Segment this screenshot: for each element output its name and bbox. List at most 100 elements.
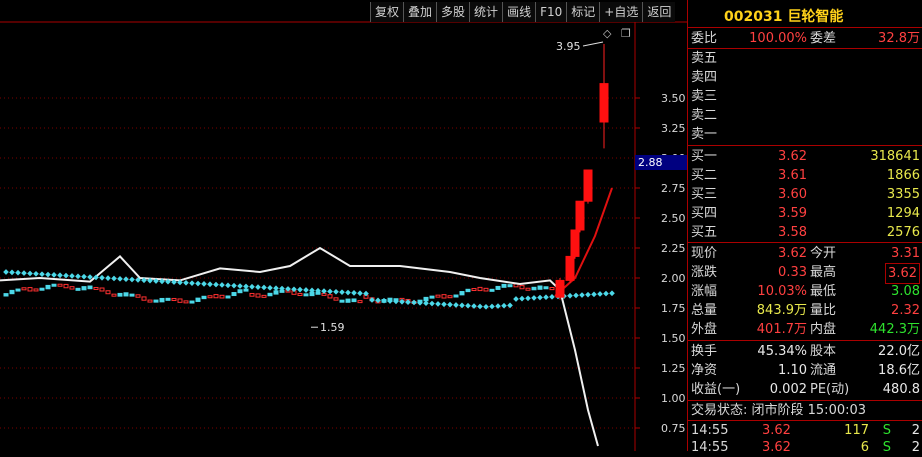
tick-time: 14:55: [691, 440, 729, 455]
history-candle: [423, 296, 429, 302]
ma-cyan-dot: [207, 281, 213, 288]
axis-tick-label: 2.75: [661, 182, 686, 195]
tick-price: 3.62: [762, 440, 791, 455]
ma-cyan-dot: [129, 276, 135, 283]
low-price-annotation: 1.59: [320, 321, 345, 334]
multi-stock-button[interactable]: 多股: [436, 2, 470, 22]
candle-body[interactable]: [565, 255, 575, 281]
ma-cyan-dot: [225, 282, 231, 289]
ma-cyan-dot: [255, 284, 261, 290]
candle-body[interactable]: [570, 229, 580, 257]
ma-cyan-dot: [237, 283, 243, 289]
ma-cyan-dot: [267, 285, 273, 291]
candle-body[interactable]: [599, 83, 609, 123]
fuquan-button[interactable]: 复权: [370, 2, 404, 22]
kline-chart[interactable]: 3.503.253.002.752.502.252.001.751.501.25…: [0, 0, 687, 451]
quote-label: 最低: [810, 284, 837, 299]
history-candle: [99, 287, 105, 292]
ma-cyan-dot: [573, 292, 579, 299]
history-candle: [297, 292, 303, 296]
ma-cyan-dot: [591, 291, 597, 298]
fund-row: 收益(一) 0.002 PE(动) 480.8: [688, 380, 922, 399]
buy-volume: 2576: [886, 225, 920, 240]
ma-cyan-dot: [33, 270, 39, 277]
quote-row: 总量 843.9万 量比 2.32: [688, 301, 922, 320]
ma-cyan-dot: [609, 290, 615, 297]
axis-tick-label: 2.50: [661, 212, 686, 225]
ma-cyan-dot: [99, 274, 105, 281]
fund-label: 换手: [691, 344, 718, 359]
quote-label: 量比: [810, 303, 837, 318]
quote-value: 3.62: [778, 246, 807, 261]
buy-row[interactable]: 买五 3.58 2576: [688, 223, 922, 242]
sell-level-label: 卖一: [691, 127, 718, 142]
fund-value: 480.8: [882, 382, 920, 397]
trade-status: 交易状态: 闭市阶段 15:00:03: [691, 403, 867, 418]
diamond-icon[interactable]: ◇: [603, 27, 612, 40]
overlay-button[interactable]: 叠加: [403, 2, 437, 22]
history-candle: [519, 285, 525, 290]
ma-cyan-dot: [273, 285, 279, 292]
history-candle: [537, 285, 543, 290]
fund-label: 净资: [691, 363, 718, 378]
buy-row[interactable]: 买四 3.59 1294: [688, 204, 922, 223]
candle-body[interactable]: [575, 200, 585, 231]
buy-price: 3.61: [778, 168, 807, 183]
trade-status-row: 交易状态: 闭市阶段 15:00:03: [688, 401, 922, 420]
ma-cyan-dot: [519, 295, 525, 302]
history-candle: [81, 286, 87, 291]
history-candle: [543, 286, 549, 290]
buy-row[interactable]: 买二 3.61 1866: [688, 166, 922, 185]
buy-row[interactable]: 买一 3.62 318641: [688, 147, 922, 166]
axis-tick-label: 3.25: [661, 122, 686, 135]
restore-icon[interactable]: ❐: [621, 27, 631, 40]
quote-value: 0.33: [778, 265, 807, 280]
ma-cyan-dot: [351, 290, 357, 296]
weibi-row: 委比 100.00% 委差 32.8万: [688, 29, 922, 48]
history-candle: [549, 287, 555, 291]
sell-row: 卖五: [688, 49, 922, 68]
history-candle: [429, 295, 435, 299]
history-candle: [471, 288, 477, 292]
history-candle: [273, 290, 279, 295]
kline-chart-area[interactable]: 3.503.253.002.752.502.252.001.751.501.25…: [0, 0, 687, 451]
history-candle: [171, 297, 177, 301]
statistics-button[interactable]: 统计: [469, 2, 503, 22]
history-candle: [201, 295, 207, 300]
buy-row[interactable]: 买三 3.60 3355: [688, 185, 922, 204]
back-button[interactable]: 返回: [642, 2, 676, 22]
ma-cyan-dot: [333, 288, 339, 295]
ma-cyan-dot: [447, 301, 453, 308]
buy-price: 3.59: [778, 206, 807, 221]
ma-cyan-dot: [477, 303, 483, 310]
buy-level-label: 买四: [691, 206, 718, 221]
ma-cyan-dot: [501, 302, 507, 309]
sell-row: 卖二: [688, 106, 922, 125]
history-candle: [261, 294, 267, 298]
mark-button[interactable]: 标记: [566, 2, 600, 22]
ma-cyan-dot: [9, 269, 15, 276]
ma-cyan-dot: [45, 271, 51, 278]
divider: [688, 340, 922, 341]
f10-button[interactable]: F10: [535, 2, 567, 22]
history-candle: [189, 300, 195, 304]
ma-cyan-dot: [507, 302, 513, 309]
history-candle: [183, 300, 189, 304]
candle-body[interactable]: [583, 169, 593, 202]
buy-price: 3.62: [778, 149, 807, 164]
high-arrow: [582, 41, 604, 47]
axis-tick-label: 1.00: [661, 392, 686, 405]
quote-row: 外盘 401.7万 内盘 442.3万: [688, 320, 922, 339]
draw-line-button[interactable]: 画线: [502, 2, 536, 22]
ma-cyan-dot: [453, 302, 459, 308]
add-watchlist-button[interactable]: +自选: [599, 2, 643, 22]
ma-cyan-dot: [543, 294, 549, 301]
candle-body[interactable]: [555, 279, 565, 298]
ma-cyan-dot: [3, 269, 9, 275]
ma-cyan-dot: [489, 303, 495, 310]
ma-cyan-dot: [585, 291, 591, 298]
history-candle: [231, 292, 237, 297]
fund-label: 股本: [810, 344, 837, 359]
quote-row: 现价 3.62 今开 3.31: [688, 244, 922, 263]
weibi-label: 委比: [691, 31, 718, 46]
